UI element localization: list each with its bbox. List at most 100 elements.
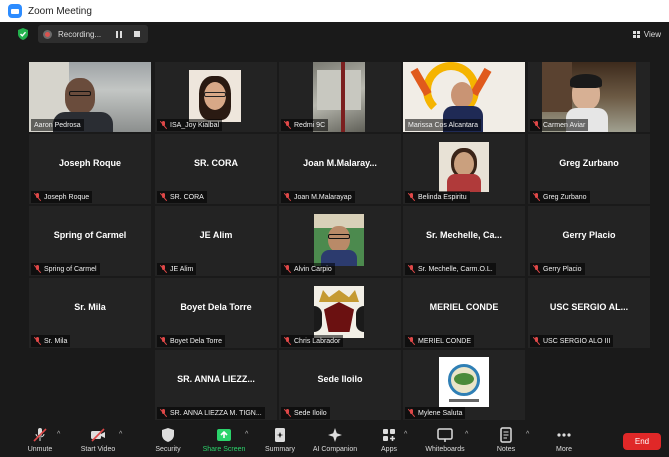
muted-mic-icon bbox=[284, 193, 291, 201]
apps-label: Apps bbox=[381, 446, 397, 453]
meeting-controls-toolbar: Unmute ^ Start Video ^ Security Share Sc… bbox=[0, 423, 669, 457]
video-tile[interactable]: Alvin Carpio bbox=[279, 206, 401, 276]
muted-mic-icon bbox=[533, 337, 540, 345]
video-tile[interactable]: Sr. Mechelle, Ca... Sr. Mechelle, Carm.O… bbox=[403, 206, 525, 276]
participant-avatar bbox=[189, 70, 241, 122]
more-button[interactable]: More bbox=[534, 427, 594, 453]
participant-avatar bbox=[314, 286, 364, 338]
video-tile[interactable]: Aaron Pedrosa bbox=[29, 62, 151, 132]
whiteboard-options-chevron-icon[interactable]: ^ bbox=[465, 431, 468, 438]
share-options-chevron-icon[interactable]: ^ bbox=[245, 431, 248, 438]
video-tile[interactable]: Joan M.Malaray... Joan M.Malarayap bbox=[279, 134, 401, 204]
muted-mic-icon bbox=[284, 337, 291, 345]
shield-icon[interactable] bbox=[16, 27, 30, 41]
participant-name-label: Chris Labrador bbox=[281, 335, 344, 347]
end-meeting-button[interactable]: End bbox=[623, 433, 661, 450]
participant-name-label: Gerry Placio bbox=[530, 263, 585, 275]
participant-name-label: USC SERGIO ALO III bbox=[530, 335, 614, 347]
participant-name-label: ISA_Joy Kialbal bbox=[157, 119, 223, 131]
more-label: More bbox=[556, 446, 572, 453]
video-options-chevron-icon[interactable]: ^ bbox=[119, 431, 122, 438]
participant-name-label: Belinda Espiritu bbox=[405, 191, 470, 203]
participant-display-name: MERIEL CONDE bbox=[429, 302, 499, 312]
video-tile[interactable]: Sr. Mila Sr. Mila bbox=[29, 278, 151, 348]
muted-mic-icon bbox=[408, 265, 415, 273]
unmute-label: Unmute bbox=[27, 446, 53, 453]
participant-name-label: Boyet Dela Torre bbox=[157, 335, 226, 347]
start-video-label: Start Video bbox=[80, 446, 116, 453]
video-tile[interactable]: Greg Zurbano Greg Zurbano bbox=[528, 134, 650, 204]
participant-display-name: Sede Iloilo bbox=[317, 374, 363, 384]
video-tile[interactable]: ISA_Joy Kialbal bbox=[155, 62, 277, 132]
muted-mic-icon bbox=[284, 409, 291, 417]
participant-name-label: Sr. Mila bbox=[31, 335, 71, 347]
muted-mic-icon bbox=[160, 409, 167, 417]
ai-companion-button[interactable]: AI Companion bbox=[305, 427, 365, 453]
participant-name-label: Alvin Carpio bbox=[281, 263, 335, 275]
muted-mic-icon bbox=[34, 337, 41, 345]
participant-avatar bbox=[439, 357, 489, 407]
participant-display-name: Sr. Mechelle, Ca... bbox=[425, 230, 503, 240]
video-tile[interactable]: Marissa Cos Alcantara bbox=[403, 62, 525, 132]
shield-icon bbox=[162, 428, 174, 442]
video-tile[interactable]: Sede Iloilo Sede Iloilo bbox=[279, 350, 401, 420]
stop-recording-icon[interactable] bbox=[134, 31, 140, 37]
apps-button[interactable]: Apps bbox=[359, 427, 419, 453]
video-tile[interactable]: SR. CORA SR. CORA bbox=[155, 134, 277, 204]
video-tile[interactable]: MERIEL CONDE MERIEL CONDE bbox=[403, 278, 525, 348]
sparkle-icon bbox=[328, 428, 342, 442]
zoom-logo-icon bbox=[8, 4, 22, 18]
participant-display-name: JE Alim bbox=[199, 230, 233, 240]
notes-label: Notes bbox=[496, 446, 516, 453]
participant-avatar bbox=[314, 214, 364, 266]
participant-display-name: Greg Zurbano bbox=[559, 158, 619, 168]
participant-name-label: SR. CORA bbox=[157, 191, 207, 203]
muted-mic-icon bbox=[284, 265, 291, 273]
muted-mic-icon bbox=[160, 337, 167, 345]
participant-display-name: Sr. Mila bbox=[74, 302, 106, 312]
summary-icon bbox=[275, 428, 285, 442]
record-dot-icon bbox=[43, 29, 52, 39]
muted-mic-icon bbox=[284, 121, 291, 129]
participant-avatar bbox=[439, 142, 489, 192]
audio-options-chevron-icon[interactable]: ^ bbox=[57, 431, 60, 438]
participant-name-label: Spring of Carmel bbox=[31, 263, 100, 275]
window-title: Zoom Meeting bbox=[28, 5, 92, 17]
video-tile[interactable]: Spring of Carmel Spring of Carmel bbox=[29, 206, 151, 276]
more-dots-icon bbox=[557, 433, 571, 437]
video-tile[interactable]: JE Alim JE Alim bbox=[155, 206, 277, 276]
muted-mic-icon bbox=[34, 193, 41, 201]
participant-display-name: Boyet Dela Torre bbox=[180, 302, 252, 312]
participant-name-label: JE Alim bbox=[157, 263, 197, 275]
unmute-button[interactable]: Unmute bbox=[10, 427, 70, 453]
view-button[interactable]: View bbox=[632, 26, 661, 42]
pause-recording-icon[interactable] bbox=[116, 30, 122, 38]
participant-display-name: SR. ANNA LIEZZ... bbox=[177, 374, 255, 384]
video-tile[interactable]: Joseph Roque Joseph Roque bbox=[29, 134, 151, 204]
participant-name-label: Carmen Aviar bbox=[530, 119, 589, 131]
security-button[interactable]: Security bbox=[138, 427, 198, 453]
apps-options-chevron-icon[interactable]: ^ bbox=[404, 431, 407, 438]
video-tile[interactable]: SR. ANNA LIEZZ... SR. ANNA LIEZZA M. TIG… bbox=[155, 350, 277, 420]
muted-mic-icon bbox=[533, 265, 540, 273]
share-screen-icon bbox=[217, 429, 231, 441]
notes-icon bbox=[500, 427, 512, 443]
participant-name-label: Mylene Saluta bbox=[405, 407, 466, 419]
participant-display-name: Gerry Placio bbox=[562, 230, 616, 240]
participant-name-label: Sr. Mechelle, Carm.O.L. bbox=[405, 263, 496, 275]
video-tile[interactable]: Mylene Saluta bbox=[403, 350, 525, 420]
participant-display-name: SR. CORA bbox=[193, 158, 238, 168]
summary-button[interactable]: Summary bbox=[250, 427, 310, 453]
video-tile[interactable]: USC SERGIO AL... USC SERGIO ALO III bbox=[528, 278, 650, 348]
whiteboards-label: Whiteboards bbox=[425, 446, 465, 453]
video-tile[interactable]: Chris Labrador bbox=[279, 278, 401, 348]
video-tile[interactable]: Belinda Espiritu bbox=[403, 134, 525, 204]
video-tile[interactable]: Gerry Placio Gerry Placio bbox=[528, 206, 650, 276]
video-tile[interactable]: Redmi 9C bbox=[279, 62, 401, 132]
video-tile[interactable]: Carmen Aviar bbox=[528, 62, 650, 132]
muted-mic-icon bbox=[160, 121, 167, 129]
muted-mic-icon bbox=[533, 193, 540, 201]
muted-mic-icon bbox=[533, 121, 540, 129]
video-tile[interactable]: Boyet Dela Torre Boyet Dela Torre bbox=[155, 278, 277, 348]
notes-options-chevron-icon[interactable]: ^ bbox=[526, 431, 529, 438]
